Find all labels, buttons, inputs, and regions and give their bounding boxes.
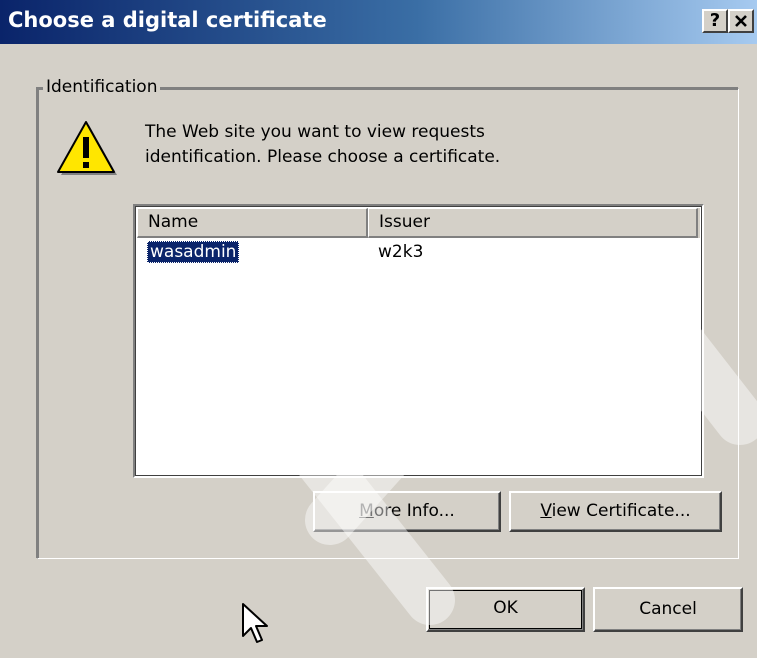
certificate-list[interactable]: Name Issuer wasadmin w2k3 xyxy=(133,204,704,478)
button-label: ore Info... xyxy=(373,501,455,521)
message-text: The Web site you want to view requests i… xyxy=(145,120,500,170)
mouse-pointer-icon xyxy=(242,603,268,643)
message-line: identification. Please choose a certific… xyxy=(145,147,501,167)
title-bar[interactable]: Choose a digital certificate ? xyxy=(0,0,757,44)
mnemonic-letter: M xyxy=(359,501,374,521)
button-label: iew Certificate... xyxy=(551,501,691,521)
close-icon xyxy=(735,15,747,27)
message-line: The Web site you want to view requests xyxy=(145,122,485,142)
group-label: Identification xyxy=(43,77,161,97)
certificate-issuer: w2k3 xyxy=(378,242,424,262)
view-certificate-button[interactable]: View Certificate... xyxy=(509,491,722,532)
close-button[interactable] xyxy=(728,9,754,33)
ok-button[interactable]: OK xyxy=(426,587,585,632)
column-header-name[interactable]: Name xyxy=(137,208,368,238)
certificate-name[interactable]: wasadmin xyxy=(147,241,240,263)
column-header-issuer[interactable]: Issuer xyxy=(368,208,698,238)
cancel-button[interactable]: Cancel xyxy=(593,587,743,632)
warning-icon xyxy=(57,121,117,175)
more-info-button[interactable]: More Info... xyxy=(313,491,501,532)
mnemonic-letter: V xyxy=(540,501,552,521)
list-item[interactable]: wasadmin w2k3 xyxy=(137,240,700,264)
help-button[interactable]: ? xyxy=(702,9,728,33)
list-header: Name Issuer xyxy=(137,208,700,238)
window-title: Choose a digital certificate xyxy=(8,8,327,32)
